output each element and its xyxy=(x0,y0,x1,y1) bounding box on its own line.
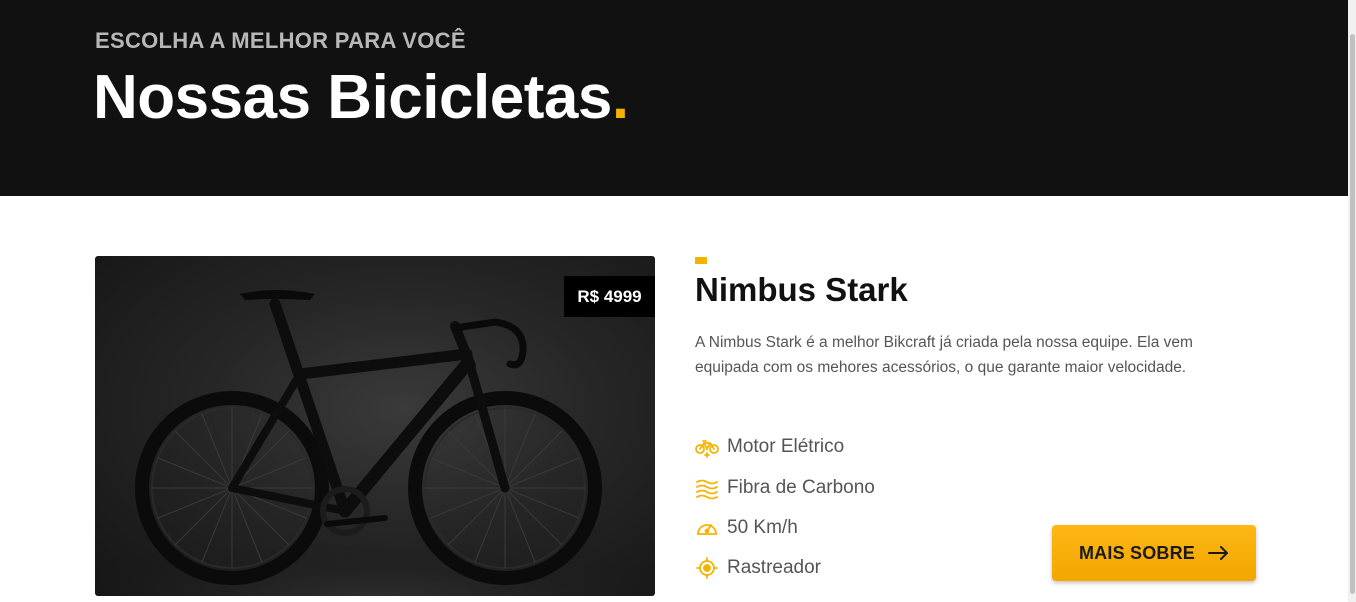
feature-item: Rastreador xyxy=(695,556,821,580)
feature-label: Fibra de Carbono xyxy=(727,477,875,498)
carbon-fiber-icon xyxy=(695,476,719,500)
feature-item: Motor Elétrico xyxy=(695,435,844,459)
bike-description: A Nimbus Stark é a melhor Bikcraft já cr… xyxy=(695,334,1193,376)
hero-eyebrow: ESCOLHA A MELHOR PARA VOCÊ xyxy=(95,28,466,53)
hero-section: ESCOLHA A MELHOR PARA VOCÊ Nossas Bicicl… xyxy=(0,0,1348,196)
price-badge: R$ 4999 xyxy=(564,276,655,317)
electric-bike-icon xyxy=(695,435,719,459)
bike-name: Nimbus Stark xyxy=(695,271,908,308)
page-title: Nossas Bicicletas. xyxy=(93,62,629,133)
title-accent-dot: . xyxy=(611,63,629,132)
scrollbar-thumb[interactable] xyxy=(1350,34,1355,594)
feature-item: 50 Km/h xyxy=(695,516,798,540)
feature-label: Rastreador xyxy=(727,557,821,578)
feature-label: 50 Km/h xyxy=(727,517,798,538)
speedometer-icon xyxy=(695,516,719,540)
more-info-button[interactable]: MAIS SOBRE xyxy=(1052,525,1256,581)
arrow-right-icon xyxy=(1207,546,1229,560)
tracker-icon xyxy=(695,556,719,580)
accent-bar xyxy=(695,257,707,264)
feature-item: Fibra de Carbono xyxy=(695,476,875,500)
feature-label: Motor Elétrico xyxy=(727,436,845,457)
page-title-text: Nossas Bicicletas xyxy=(93,63,612,132)
more-info-button-label: MAIS SOBRE xyxy=(1078,542,1195,563)
